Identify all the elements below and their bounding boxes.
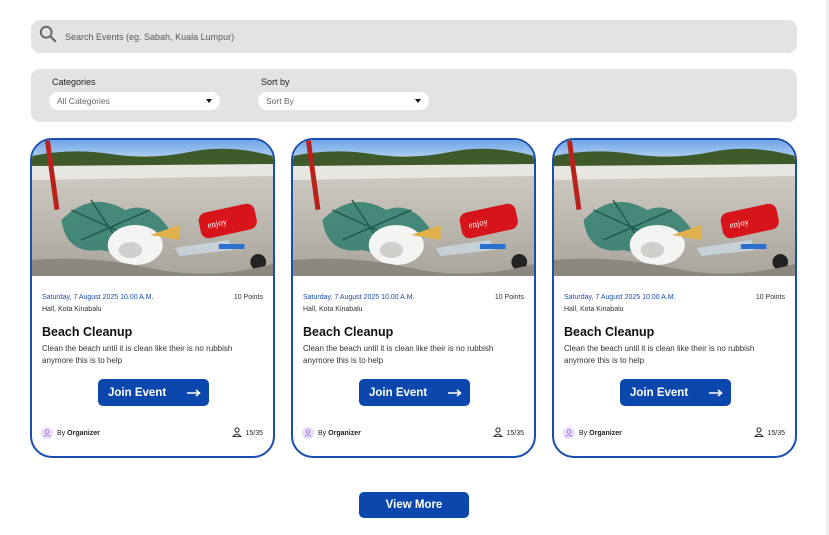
- search-bar[interactable]: [31, 20, 797, 53]
- event-date: Saturday, 7 August 2025 10.00 A.M.: [42, 294, 154, 301]
- categories-selected-value: All Categories: [57, 96, 110, 106]
- organizer-avatar-icon: [563, 427, 575, 439]
- arrow-right-icon: [187, 388, 201, 397]
- join-event-button[interactable]: Join Event: [359, 379, 470, 406]
- event-image: [554, 140, 795, 276]
- person-icon: [493, 427, 506, 439]
- organizer-prefix: By: [579, 429, 588, 437]
- organizer-name: Organizer: [589, 429, 622, 437]
- participant-count-value: 15/35: [767, 429, 785, 437]
- event-title: Beach Cleanup: [42, 325, 133, 339]
- event-location: Hall, Kota Kinabalu: [42, 306, 102, 313]
- event-points: 10 Points: [233, 294, 263, 301]
- view-more-button[interactable]: View More: [359, 492, 469, 518]
- event-location: Hall, Kota Kinabalu: [303, 306, 363, 313]
- organizer[interactable]: By Organizer: [563, 427, 622, 439]
- event-date: Saturday, 7 August 2025 10.00 A.M.: [564, 294, 676, 301]
- participant-count-value: 15/35: [245, 429, 263, 437]
- person-icon: [754, 427, 767, 439]
- join-event-button[interactable]: Join Event: [98, 379, 209, 406]
- event-points: 10 Points: [755, 294, 785, 301]
- sort-filter: Sort by Sort By: [258, 77, 429, 110]
- join-event-button[interactable]: Join Event: [620, 379, 731, 406]
- participant-count: 15/35: [754, 427, 785, 439]
- search-icon: [39, 25, 57, 48]
- event-location: Hall, Kota Kinabalu: [564, 306, 624, 313]
- event-image: [32, 140, 273, 276]
- event-card[interactable]: Saturday, 7 August 2025 10.00 A.M. 10 Po…: [552, 138, 797, 458]
- chevron-down-icon: [415, 99, 421, 103]
- participant-count-value: 15/35: [506, 429, 524, 437]
- search-input[interactable]: [65, 31, 665, 42]
- arrow-right-icon: [448, 388, 462, 397]
- organizer-name: Organizer: [328, 429, 361, 437]
- organizer-name: Organizer: [67, 429, 100, 437]
- organizer-prefix: By: [318, 429, 327, 437]
- event-points: 10 Points: [494, 294, 524, 301]
- event-card[interactable]: Saturday, 7 August 2025 10.00 A.M. 10 Po…: [291, 138, 536, 458]
- categories-select[interactable]: All Categories: [49, 92, 220, 110]
- event-description: Clean the beach until it is clean like t…: [42, 344, 233, 365]
- join-event-label: Join Event: [630, 386, 689, 399]
- person-icon: [232, 427, 245, 439]
- filter-panel: Categories All Categories Sort by Sort B…: [31, 69, 797, 122]
- join-event-label: Join Event: [369, 386, 428, 399]
- event-title: Beach Cleanup: [564, 325, 655, 339]
- participant-count: 15/35: [232, 427, 263, 439]
- organizer[interactable]: By Organizer: [41, 427, 100, 439]
- join-event-label: Join Event: [108, 386, 167, 399]
- organizer[interactable]: By Organizer: [302, 427, 361, 439]
- participant-count: 15/35: [493, 427, 524, 439]
- sort-by-label: Sort by: [261, 77, 290, 87]
- event-description: Clean the beach until it is clean like t…: [303, 344, 494, 365]
- categories-filter: Categories All Categories: [49, 77, 220, 110]
- arrow-right-icon: [709, 388, 723, 397]
- sort-by-selected-value: Sort By: [266, 96, 294, 106]
- event-date: Saturday, 7 August 2025 10.00 A.M.: [303, 294, 415, 301]
- organizer-avatar-icon: [41, 427, 53, 439]
- event-card[interactable]: Saturday, 7 August 2025 10.00 A.M. 10 Po…: [30, 138, 275, 458]
- event-title: Beach Cleanup: [303, 325, 394, 339]
- categories-label: Categories: [52, 77, 96, 87]
- sort-by-select[interactable]: Sort By: [258, 92, 429, 110]
- organizer-prefix: By: [57, 429, 66, 437]
- event-image: [293, 140, 534, 276]
- event-description: Clean the beach until it is clean like t…: [564, 344, 755, 365]
- organizer-avatar-icon: [302, 427, 314, 439]
- chevron-down-icon: [206, 99, 212, 103]
